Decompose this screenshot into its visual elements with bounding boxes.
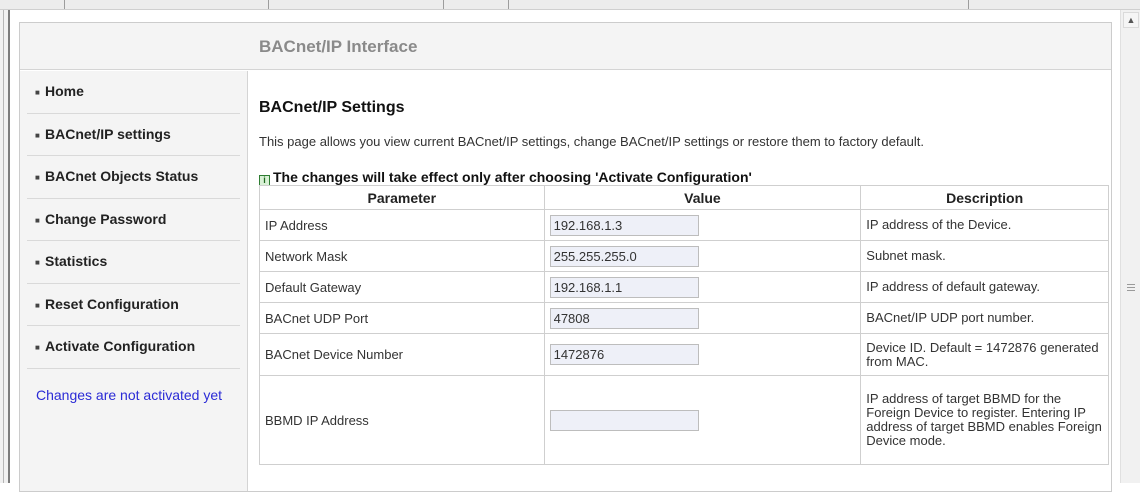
sidebar-item-label: Home — [45, 83, 84, 99]
device-number-input[interactable] — [549, 344, 699, 365]
value-cell — [543, 271, 862, 303]
notice-text: The changes will take effect only after … — [273, 169, 752, 185]
tab-separator — [64, 0, 65, 9]
frame-left-border — [0, 10, 10, 483]
value-cell — [543, 209, 862, 241]
value-cell — [543, 240, 862, 272]
table-row: BACnet Device Number Device ID. Default … — [259, 333, 1109, 376]
default-gateway-input[interactable] — [549, 276, 699, 298]
sidebar-item-home[interactable]: ■ Home — [27, 71, 240, 114]
column-header-parameter: Parameter — [259, 185, 545, 210]
activation-status-note: Changes are not activated yet — [36, 387, 223, 403]
column-header-description: Description — [860, 185, 1109, 210]
chevron-up-icon[interactable]: ▲ — [1123, 12, 1139, 28]
section-title: BACnet/IP Settings — [259, 99, 405, 116]
table-row: IP Address IP address of the Device. — [259, 209, 1109, 241]
table-row: BACnet UDP Port BACnet/IP UDP port numbe… — [259, 302, 1109, 334]
sidebar-item-bacnet-ip-settings[interactable]: ■ BACnet/IP settings — [27, 114, 240, 156]
bullet-icon: ■ — [35, 130, 40, 140]
vertical-scrollbar[interactable]: ▲ — [1120, 10, 1140, 483]
value-cell — [543, 302, 862, 334]
description-text: Subnet mask. — [860, 240, 1109, 272]
column-header-value: Value — [543, 185, 862, 210]
value-cell — [543, 375, 862, 465]
bullet-icon: ■ — [35, 88, 40, 97]
page-header: BACnet/IP Interface — [20, 23, 1111, 70]
description-text: IP address of target BBMD for the Foreig… — [860, 375, 1109, 465]
activation-notice: i The changes will take effect only after… — [259, 169, 752, 186]
bullet-icon: ■ — [35, 258, 40, 267]
page-title: BACnet/IP Interface — [259, 37, 418, 56]
sidebar-item-label: BACnet/IP settings — [45, 125, 171, 142]
sidebar: ■ Home ■ BACnet/IP settings ■ BACnet Obj… — [20, 71, 248, 491]
description-text: Device ID. Default = 1472876 generated f… — [860, 333, 1109, 376]
parameter-label: BBMD IP Address — [259, 375, 545, 465]
table-row: Network Mask Subnet mask. — [259, 240, 1109, 272]
intro-text: This page allows you view current BACnet… — [259, 134, 925, 149]
sidebar-item-label: Reset Configuration — [45, 295, 179, 312]
bullet-icon: ■ — [35, 215, 40, 225]
parameter-label: IP Address — [259, 209, 545, 241]
sidebar-item-label: Statistics — [45, 253, 108, 269]
sidebar-item-label: BACnet Objects Status — [45, 168, 199, 184]
description-text: IP address of default gateway. — [860, 271, 1109, 303]
tab-separator — [508, 0, 509, 9]
parameter-label: BACnet UDP Port — [259, 302, 545, 334]
table-row: BBMD IP Address IP address of target BBM… — [259, 375, 1109, 465]
tab-separator — [268, 0, 269, 9]
parameter-label: BACnet Device Number — [259, 333, 545, 376]
scroll-grip-icon[interactable] — [1127, 284, 1135, 292]
parameter-label: Default Gateway — [259, 271, 545, 303]
sidebar-item-bacnet-objects-status[interactable]: ■ BACnet Objects Status — [27, 156, 240, 199]
sidebar-item-label: Activate Configuration — [45, 338, 196, 354]
content-frame: BACnet/IP Interface ■ Home ■ BACnet/IP s… — [19, 22, 1112, 492]
ip-address-input[interactable] — [549, 214, 699, 236]
network-mask-input[interactable] — [549, 245, 699, 267]
bullet-icon: ■ — [35, 343, 40, 352]
value-cell — [543, 333, 862, 376]
sidebar-item-activate-configuration[interactable]: ■ Activate Configuration — [27, 326, 240, 369]
description-text: BACnet/IP UDP port number. — [860, 302, 1109, 334]
tab-separator — [443, 0, 444, 9]
bullet-icon: ■ — [35, 173, 40, 182]
description-text: IP address of the Device. — [860, 209, 1109, 241]
sidebar-item-label: Change Password — [45, 210, 167, 227]
parameter-label: Network Mask — [259, 240, 545, 272]
udp-port-input[interactable] — [549, 307, 699, 329]
settings-table: Parameter Value Description IP Address I… — [259, 185, 1109, 465]
sidebar-item-reset-configuration[interactable]: ■ Reset Configuration — [27, 284, 240, 326]
table-header-row: Parameter Value Description — [259, 185, 1109, 210]
bullet-icon: ■ — [35, 300, 40, 310]
browser-tab-strip — [0, 0, 1140, 10]
tab-separator — [968, 0, 969, 9]
table-row: Default Gateway IP address of default ga… — [259, 271, 1109, 303]
sidebar-item-change-password[interactable]: ■ Change Password — [27, 199, 240, 241]
bbmd-ip-address-input[interactable] — [549, 409, 699, 431]
sidebar-item-statistics[interactable]: ■ Statistics — [27, 241, 240, 284]
